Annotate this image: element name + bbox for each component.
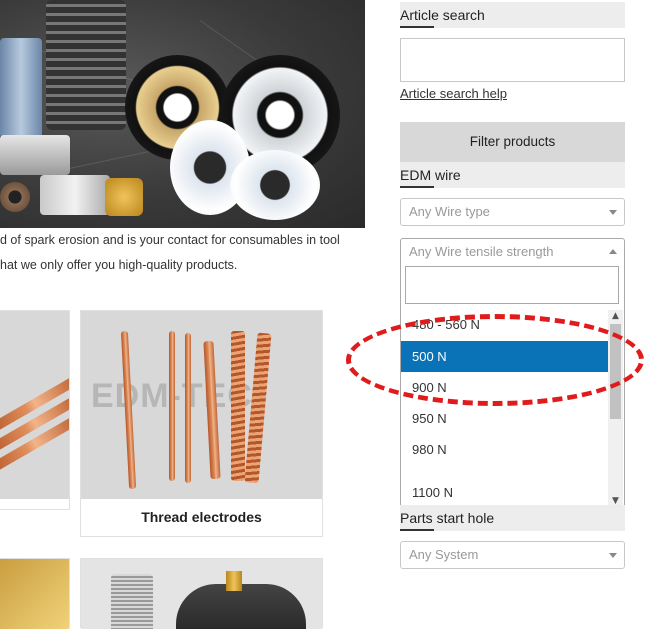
- dropdown-search-input[interactable]: [405, 266, 619, 304]
- product-card-filters[interactable]: [80, 558, 323, 629]
- chevron-down-icon: [609, 553, 617, 558]
- scroll-up-icon[interactable]: ▲: [611, 312, 620, 321]
- option-480-560n[interactable]: 480 - 560 N: [401, 309, 608, 340]
- title-underline: [400, 529, 434, 531]
- article-search-input[interactable]: [400, 38, 625, 82]
- intro-text-line-2: hat we only offer you high-quality produ…: [0, 258, 238, 272]
- parts-start-hole-title-text: Parts start hole: [400, 510, 495, 526]
- wire-type-select[interactable]: Any Wire type: [400, 198, 625, 226]
- chevron-down-icon: [609, 210, 617, 215]
- option-500n[interactable]: 500 N: [401, 341, 608, 372]
- article-search-help-link[interactable]: Article search help: [400, 86, 507, 101]
- filter-products-button[interactable]: Filter products: [400, 122, 625, 162]
- edm-wire-title-text: EDM wire: [400, 167, 461, 183]
- option-1100n[interactable]: 1100 N: [401, 477, 608, 508]
- option-980n[interactable]: 980 N: [401, 434, 608, 465]
- product-card-partial-left[interactable]: [0, 310, 70, 510]
- hero-product-image: [0, 0, 365, 228]
- parts-start-hole-title: Parts start hole: [400, 505, 625, 531]
- wire-tensile-placeholder: Any Wire tensile strength: [409, 244, 554, 259]
- title-underline: [400, 26, 434, 28]
- product-card-thread-electrodes[interactable]: EDM-TEC Thread electrodes: [80, 310, 323, 537]
- product-card-partial-bottom-left[interactable]: [0, 558, 70, 629]
- system-placeholder: Any System: [409, 547, 479, 562]
- title-underline: [400, 186, 434, 188]
- tensile-strength-dropdown: 480 - 560 N 500 N 900 N 950 N 980 N 1100…: [400, 262, 625, 510]
- option-950n[interactable]: 950 N: [401, 403, 608, 434]
- scrollbar-thumb[interactable]: [610, 324, 621, 419]
- thread-electrodes-image: EDM-TEC: [81, 311, 322, 499]
- wire-type-placeholder: Any Wire type: [409, 204, 490, 219]
- system-select[interactable]: Any System: [400, 541, 625, 569]
- article-search-title-text: Article search: [400, 7, 485, 23]
- intro-text-line-1: d of spark erosion and is your contact f…: [0, 233, 340, 247]
- dropdown-scrollbar[interactable]: ▲ ▼: [608, 310, 623, 508]
- option-900n[interactable]: 900 N: [401, 372, 608, 403]
- edm-wire-title: EDM wire: [400, 162, 625, 188]
- card-caption: Thread electrodes: [141, 509, 262, 525]
- chevron-up-icon: [609, 249, 617, 254]
- article-search-title: Article search: [400, 2, 625, 28]
